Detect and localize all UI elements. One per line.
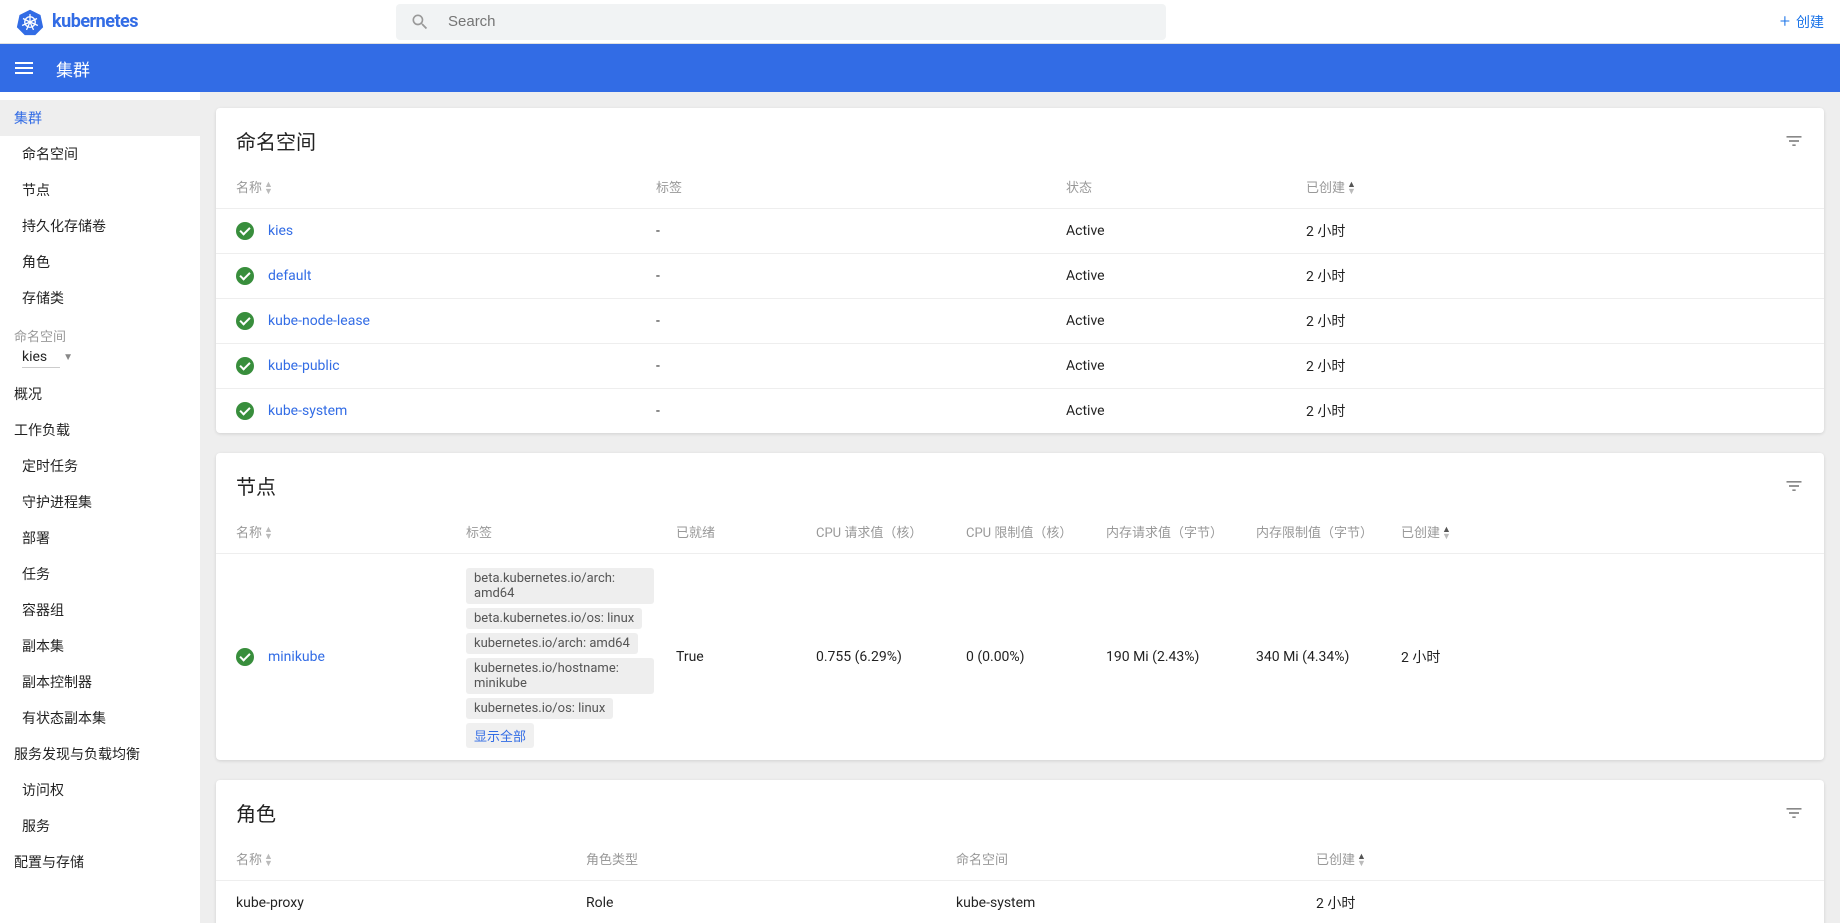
sidebar-item[interactable]: 命名空间	[0, 136, 200, 172]
namespaces-card: 命名空间 名称▲▼ 标签 状态 已创建▲▼ kies-Active2 小时def…	[216, 108, 1824, 433]
label-chip: kubernetes.io/os: linux	[466, 698, 613, 719]
filter-icon[interactable]	[1784, 131, 1804, 151]
namespace-selector[interactable]: kies ▼	[0, 349, 200, 365]
col-name[interactable]: 名称	[236, 181, 262, 196]
create-label: 创建	[1796, 12, 1824, 32]
col-name[interactable]: 名称	[236, 853, 262, 868]
col-labels[interactable]: 标签	[466, 526, 492, 541]
label-chip: kubernetes.io/hostname: minikube	[466, 658, 654, 694]
table-row: default-Active2 小时	[216, 254, 1824, 299]
table-row: kube-system-Active2 小时	[216, 389, 1824, 434]
sidebar-item[interactable]: 有状态副本集	[0, 700, 200, 736]
status-ok-icon	[236, 267, 254, 285]
col-created[interactable]: 已创建	[1316, 853, 1355, 868]
col-ready[interactable]: 已就绪	[676, 526, 715, 541]
sidebar-item-discovery[interactable]: 服务发现与负载均衡	[0, 736, 200, 772]
namespace-selected: kies	[22, 349, 47, 365]
status-ok-icon	[236, 357, 254, 375]
sidebar-item[interactable]: 副本集	[0, 628, 200, 664]
search-input[interactable]	[448, 13, 1152, 30]
roles-card: 角色 名称▲▼ 角色类型 命名空间 已创建▲▼ kube-proxyRoleku…	[216, 780, 1824, 923]
sidebar-item[interactable]: 部署	[0, 520, 200, 556]
sidebar-item[interactable]: 定时任务	[0, 448, 200, 484]
sidebar-item[interactable]: 存储类	[0, 280, 200, 316]
sidebar-item[interactable]: 任务	[0, 556, 200, 592]
logo[interactable]: kubernetes	[16, 8, 396, 36]
nodes-card: 节点 名称▲▼ 标签 已就绪 CPU 请求值（核） CPU 限制值（核） 内存请…	[216, 453, 1824, 760]
table-row: minikube beta.kubernetes.io/arch: amd64 be…	[216, 554, 1824, 761]
namespace-link[interactable]: kube-system	[268, 403, 347, 419]
sidebar-item[interactable]: 容器组	[0, 592, 200, 628]
plus-icon: +	[1780, 11, 1790, 32]
sidebar-item-cluster[interactable]: 集群	[0, 100, 200, 136]
node-link[interactable]: minikube	[268, 649, 325, 665]
col-mem-req[interactable]: 内存请求值（字节）	[1106, 526, 1223, 541]
status-ok-icon	[236, 402, 254, 420]
roles-table: 名称▲▼ 角色类型 命名空间 已创建▲▼ kube-proxyRolekube-…	[216, 837, 1824, 923]
col-labels[interactable]: 标签	[656, 181, 682, 196]
roles-title: 角色	[236, 798, 1784, 827]
namespaces-title: 命名空间	[236, 126, 1784, 155]
sidebar-item-config[interactable]: 配置与存储	[0, 844, 200, 880]
status-ok-icon	[236, 312, 254, 330]
col-name[interactable]: 名称	[236, 526, 262, 541]
col-type[interactable]: 角色类型	[586, 853, 638, 868]
search-icon	[410, 12, 430, 32]
namespace-link[interactable]: kube-public	[268, 358, 340, 374]
top-bar: kubernetes + 创建	[0, 0, 1840, 44]
label-chip: kubernetes.io/arch: amd64	[466, 633, 638, 654]
menu-icon[interactable]	[12, 56, 36, 80]
sidebar-item-workloads[interactable]: 工作负载	[0, 412, 200, 448]
namespace-link[interactable]: kube-node-lease	[268, 313, 370, 329]
sidebar-item[interactable]: 服务	[0, 808, 200, 844]
label-chip: beta.kubernetes.io/os: linux	[466, 608, 642, 629]
show-all-labels[interactable]: 显示全部	[466, 723, 534, 748]
kubernetes-logo-icon	[16, 8, 44, 36]
namespace-link[interactable]: default	[268, 268, 312, 284]
col-cpu-lim[interactable]: CPU 限制值（核）	[966, 526, 1072, 541]
col-created[interactable]: 已创建	[1306, 181, 1345, 196]
main-content: 命名空间 名称▲▼ 标签 状态 已创建▲▼ kies-Active2 小时def…	[200, 92, 1840, 923]
status-ok-icon	[236, 222, 254, 240]
brand-text: kubernetes	[52, 11, 138, 32]
table-row: kube-public-Active2 小时	[216, 344, 1824, 389]
role-name[interactable]: kube-proxy	[216, 881, 576, 923]
chevron-down-icon: ▼	[63, 352, 73, 363]
table-row: kies-Active2 小时	[216, 209, 1824, 254]
sidebar-item[interactable]: 角色	[0, 244, 200, 280]
sidebar-item[interactable]: 守护进程集	[0, 484, 200, 520]
sidebar-item[interactable]: 访问权	[0, 772, 200, 808]
col-mem-lim[interactable]: 内存限制值（字节）	[1256, 526, 1373, 541]
col-status[interactable]: 状态	[1066, 181, 1092, 196]
sidebar: 集群 命名空间节点持久化存储卷角色存储类 命名空间 kies ▼ 概况 工作负载…	[0, 92, 200, 923]
nodes-table: 名称▲▼ 标签 已就绪 CPU 请求值（核） CPU 限制值（核） 内存请求值（…	[216, 510, 1824, 760]
sidebar-item[interactable]: 副本控制器	[0, 664, 200, 700]
search-box[interactable]	[396, 4, 1166, 40]
col-ns[interactable]: 命名空间	[956, 853, 1008, 868]
sidebar-item[interactable]: 持久化存储卷	[0, 208, 200, 244]
breadcrumb-bar: 集群	[0, 44, 1840, 92]
status-ok-icon	[236, 648, 254, 666]
namespace-link[interactable]: kies	[268, 223, 293, 239]
table-row: kube-proxyRolekube-system2 小时	[216, 881, 1824, 923]
sidebar-item[interactable]: 节点	[0, 172, 200, 208]
create-button[interactable]: + 创建	[1780, 11, 1824, 32]
col-cpu-req[interactable]: CPU 请求值（核）	[816, 526, 922, 541]
namespaces-table: 名称▲▼ 标签 状态 已创建▲▼ kies-Active2 小时default-…	[216, 165, 1824, 433]
nodes-title: 节点	[236, 471, 1784, 500]
filter-icon[interactable]	[1784, 803, 1804, 823]
sidebar-item-overview[interactable]: 概况	[0, 376, 200, 412]
col-created[interactable]: 已创建	[1401, 526, 1440, 541]
label-chip: beta.kubernetes.io/arch: amd64	[466, 568, 654, 604]
table-row: kube-node-lease-Active2 小时	[216, 299, 1824, 344]
page-title: 集群	[56, 56, 90, 81]
sidebar-section-namespace: 命名空间	[0, 316, 200, 349]
filter-icon[interactable]	[1784, 476, 1804, 496]
